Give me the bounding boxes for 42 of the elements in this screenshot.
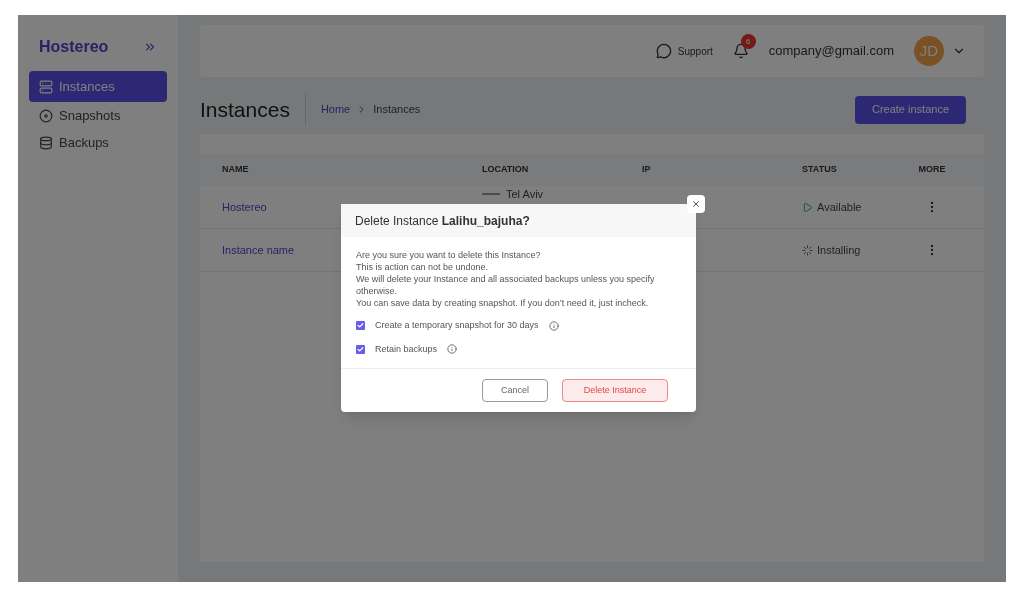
dialog-message: You can save data by creating snapshot. If you don’t need it, just incheck.: [356, 297, 650, 309]
delete-button[interactable]: Delete Instance: [562, 379, 668, 402]
dialog-message: We will delete your Instance and all associated backups unless you specify otherwise.: [356, 273, 656, 297]
disc-icon: [39, 108, 53, 123]
table-cell: Tel Aviv: [506, 188, 544, 200]
info-icon[interactable]: [548, 320, 559, 331]
cancel-button[interactable]: Cancel: [482, 379, 548, 402]
brand-logo: Hostereo: [39, 37, 109, 57]
sidebar-item[interactable]: Backups: [29, 129, 167, 156]
dialog-message: This is action can not be undone.: [356, 261, 490, 273]
info-icon[interactable]: [447, 344, 458, 355]
create-instance-button[interactable]: Create instance: [854, 95, 966, 124]
column-header: IP: [642, 163, 652, 177]
status-label: Installing: [817, 242, 861, 258]
close-button[interactable]: [687, 195, 705, 213]
bell-icon[interactable]: [732, 43, 749, 59]
page-title: Instances: [200, 93, 306, 126]
close-icon: [691, 199, 701, 209]
user-email: company@gmail.com: [768, 42, 894, 61]
dialog-message: Are you sure you want to delete this Instance?: [356, 249, 542, 261]
column-header: STATUS: [802, 163, 838, 177]
breadcrumb-item: Instances: [373, 102, 421, 118]
spinner-icon: [802, 244, 813, 256]
database-icon: [39, 135, 53, 150]
sidebar-item[interactable]: Snapshots: [29, 102, 167, 129]
status-label: Available: [817, 199, 862, 215]
support-link[interactable]: Support: [655, 43, 713, 59]
collapse-icon[interactable]: [143, 40, 157, 54]
play-icon: [802, 201, 813, 213]
dialog-title: Delete Instance Lalihu_bajuha?: [355, 212, 530, 230]
breadcrumb-item[interactable]: Home: [320, 101, 351, 118]
column-header: LOCATION: [482, 163, 530, 177]
notification-count: 6: [740, 34, 756, 49]
column-header: NAME: [222, 163, 250, 177]
server-icon: [39, 79, 53, 94]
checkbox[interactable]: [356, 321, 365, 331]
column-header: MORE: [917, 163, 947, 177]
checkbox-label: Create a temporary snapshot for 30 days: [375, 319, 539, 332]
sidebar-item[interactable]: Instances: [29, 71, 167, 102]
checkbox[interactable]: [356, 344, 365, 354]
chat-icon: [655, 43, 672, 59]
checkbox-label: Retain backups: [375, 342, 438, 356]
